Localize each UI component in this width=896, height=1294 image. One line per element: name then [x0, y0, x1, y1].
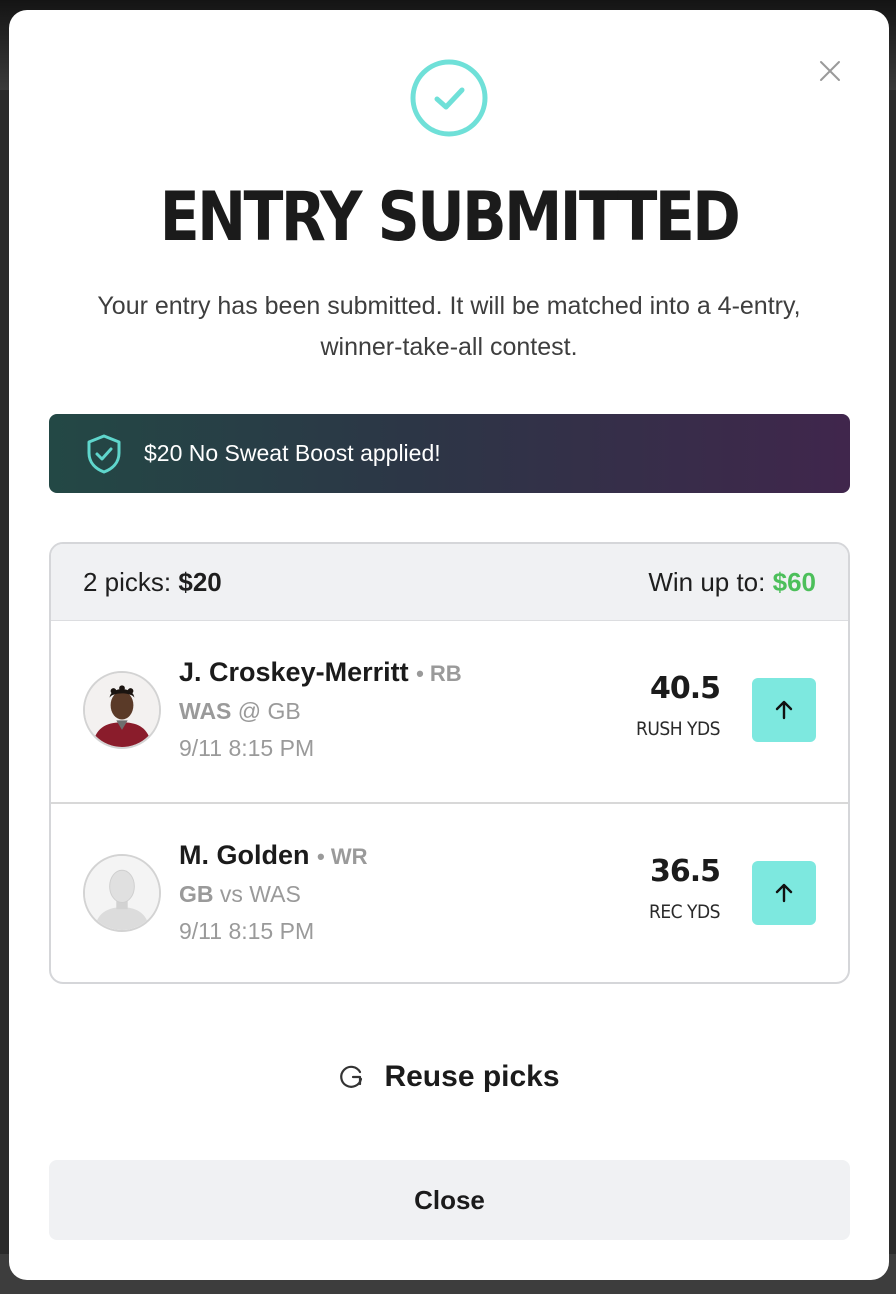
arrow-up-icon: [775, 700, 793, 720]
reuse-picks-label: Reuse picks: [384, 1060, 560, 1093]
reuse-picks-button[interactable]: Reuse picks: [9, 1060, 889, 1094]
modal-title: ENTRY SUBMITTED: [159, 178, 741, 257]
close-icon[interactable]: [817, 58, 843, 84]
player-avatar: [83, 854, 161, 932]
player-name: J. Croskey-Merritt • RB: [179, 657, 462, 688]
win-amount: $60: [772, 566, 816, 597]
player-team: WAS: [179, 698, 232, 724]
win-summary: Win up to: $60: [648, 567, 816, 598]
prop-stat: REC YDS: [649, 901, 721, 923]
player-position: • WR: [317, 844, 368, 869]
close-button[interactable]: Close: [49, 1160, 850, 1240]
game-time: 9/11 8:15 PM: [179, 918, 315, 944]
boost-text: $20 No Sweat Boost applied!: [144, 440, 441, 466]
player-position: • RB: [416, 661, 462, 686]
entry-submitted-modal: ENTRY SUBMITTED Your entry has been subm…: [9, 10, 889, 1280]
player-matchup: WAS @ GB: [179, 698, 301, 725]
player-matchup: GB vs WAS: [179, 881, 301, 908]
picks-summary: 2 picks: $20: [83, 567, 222, 598]
player-team: GB: [179, 881, 214, 907]
entry-card-header: 2 picks: $20 Win up to: $60: [51, 544, 848, 621]
higher-button[interactable]: [752, 678, 816, 742]
prop-line: 36.5: [649, 854, 721, 889]
prop-stat: RUSH YDS: [636, 718, 721, 740]
check-circle-icon: [410, 59, 488, 137]
picks-label: 2 picks:: [83, 566, 172, 597]
boost-banner: $20 No Sweat Boost applied!: [49, 414, 850, 493]
matchup-text: vs WAS: [219, 881, 301, 907]
game-time: 9/11 8:15 PM: [179, 735, 315, 761]
entry-card: 2 picks: $20 Win up to: $60 J. Croskey-M…: [49, 542, 850, 984]
picks-amount: $20: [178, 566, 222, 597]
arrow-up-icon: [775, 883, 793, 903]
prop-line: 40.5: [649, 671, 721, 706]
pick-row: M. Golden • WR GB vs WAS 9/11 8:15 PM 36…: [51, 802, 848, 982]
win-label: Win up to:: [648, 566, 766, 597]
higher-button[interactable]: [752, 861, 816, 925]
player-avatar: [83, 671, 161, 749]
modal-subtitle: Your entry has been submitted. It will b…: [97, 292, 801, 361]
player-name: M. Golden • WR: [179, 840, 367, 871]
player-name-text: M. Golden: [179, 840, 310, 870]
shield-check-icon: [87, 434, 121, 473]
matchup-text: @ GB: [237, 698, 301, 724]
pick-row: J. Croskey-Merritt • RB WAS @ GB 9/11 8:…: [51, 621, 848, 802]
player-name-text: J. Croskey-Merritt: [179, 657, 409, 687]
refresh-icon: [340, 1065, 363, 1088]
